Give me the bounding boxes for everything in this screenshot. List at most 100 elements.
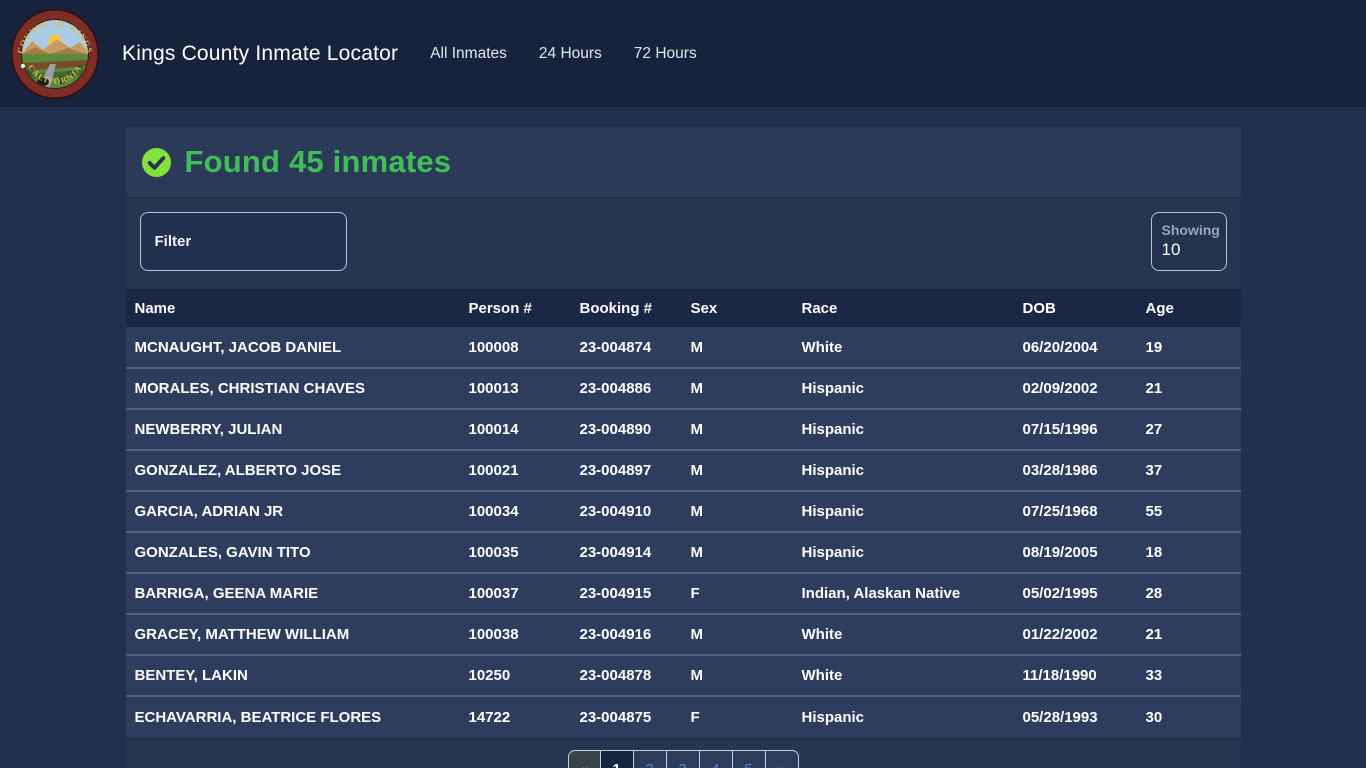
cell-sex: F — [681, 695, 793, 737]
nav-72-hours[interactable]: 72 Hours — [618, 37, 713, 71]
cell-sex: M — [681, 327, 793, 368]
county-seal-logo: COUNTY OF KINGS CALIFORNIA — [11, 8, 99, 99]
cell-person: 100008 — [459, 327, 571, 368]
main-nav: All Inmates 24 Hours 72 Hours — [414, 37, 712, 71]
col-person[interactable]: Person # — [459, 289, 571, 327]
cell-person: 100013 — [459, 367, 571, 409]
cell-name: MORALES, CHRISTIAN CHAVES — [125, 367, 460, 409]
cell-sex: M — [681, 490, 793, 532]
table-row[interactable]: MORALES, CHRISTIAN CHAVES 100013 23-004886… — [125, 367, 1241, 409]
cell-sex: M — [681, 531, 793, 573]
cell-booking: 23-004910 — [570, 490, 682, 532]
cell-age: 30 — [1136, 695, 1241, 737]
cell-booking: 23-004890 — [570, 408, 682, 450]
cell-sex: M — [681, 654, 793, 696]
cell-age: 33 — [1136, 654, 1241, 696]
page-1-button[interactable]: 1 — [600, 750, 634, 768]
col-sex[interactable]: Sex — [681, 289, 793, 327]
table-row[interactable]: MCNAUGHT, JACOB DANIEL 100008 23-004874 M Wh… — [125, 327, 1241, 368]
col-booking[interactable]: Booking # — [570, 289, 682, 327]
navbar: COUNTY OF KINGS CALIFORNIA Kings County … — [0, 0, 1366, 107]
cell-sex: M — [681, 408, 793, 450]
cell-person: 100014 — [459, 408, 571, 450]
cell-booking: 23-004874 — [570, 327, 682, 368]
table-row[interactable]: BENTEY, LAKIN 10250 23-004878 M White 11/18/1… — [125, 654, 1241, 696]
cell-booking: 23-004886 — [570, 367, 682, 409]
table-row[interactable]: ECHAVARRIA, BEATRICE FLORES 14722 23-00487… — [125, 695, 1241, 737]
cell-race: Hispanic — [792, 531, 1014, 573]
cell-person: 14722 — [459, 695, 571, 737]
cell-booking: 23-004914 — [570, 531, 682, 573]
table-row[interactable]: NEWBERRY, JULIAN 100014 23-004890 M Hispanic… — [125, 408, 1241, 450]
cell-person: 100038 — [459, 613, 571, 655]
cell-person: 100035 — [459, 531, 571, 573]
cell-person: 100034 — [459, 490, 571, 532]
table-row[interactable]: GRACEY, MATTHEW WILLIAM 100038 23-004916 M W… — [125, 613, 1241, 655]
inmates-table: Name Person # Booking # Sex Race DOB Age… — [125, 289, 1241, 737]
cell-race: Hispanic — [792, 695, 1014, 737]
cell-sex: M — [681, 449, 793, 491]
cell-race: White — [792, 327, 1014, 368]
table-row[interactable]: BARRIGA, GEENA MARIE 100037 23-004915 F Indi… — [125, 572, 1241, 614]
cell-booking: 23-004897 — [570, 449, 682, 491]
cell-race: Hispanic — [792, 367, 1014, 409]
page-size-select[interactable]: Showing 10 — [1150, 212, 1227, 271]
nav-all-inmates[interactable]: All Inmates — [414, 37, 523, 71]
nav-24-hours[interactable]: 24 Hours — [523, 37, 618, 71]
next-page-button[interactable]: » — [765, 750, 799, 768]
app-title: Kings County Inmate Locator — [122, 41, 399, 65]
cell-name: BARRIGA, GEENA MARIE — [125, 572, 460, 614]
cell-name: ECHAVARRIA, BEATRICE FLORES — [125, 695, 460, 737]
cell-booking: 23-004916 — [570, 613, 682, 655]
cell-age: 27 — [1136, 408, 1241, 450]
pagination-container: «12345» — [126, 750, 1241, 768]
page-size-value: 10 — [1161, 240, 1181, 259]
cell-name: GRACEY, MATTHEW WILLIAM — [125, 613, 460, 655]
cell-booking: 23-004878 — [570, 654, 682, 696]
cell-dob: 08/19/2005 — [1013, 531, 1137, 573]
cell-age: 55 — [1136, 490, 1241, 532]
cell-race: Indian, Alaskan Native — [792, 572, 1014, 614]
cell-age: 28 — [1136, 572, 1241, 614]
cell-name: BENTEY, LAKIN — [125, 654, 460, 696]
cell-race: White — [792, 613, 1014, 655]
col-dob[interactable]: DOB — [1013, 289, 1137, 327]
cell-sex: F — [681, 572, 793, 614]
table-row[interactable]: GONZALEZ, ALBERTO JOSE 100021 23-004897 M Hi… — [125, 449, 1241, 491]
filter-label: Filter — [154, 233, 192, 250]
results-banner: Found 45 inmates — [125, 127, 1241, 198]
col-name[interactable]: Name — [125, 289, 460, 327]
cell-sex: M — [681, 613, 793, 655]
col-age[interactable]: Age — [1136, 289, 1241, 327]
cell-name: GONZALEZ, ALBERTO JOSE — [125, 449, 460, 491]
cell-dob: 01/22/2002 — [1013, 613, 1137, 655]
page-3-button[interactable]: 3 — [666, 750, 700, 768]
cell-race: Hispanic — [792, 408, 1014, 450]
cell-sex: M — [681, 367, 793, 409]
cell-age: 21 — [1136, 367, 1241, 409]
cell-name: NEWBERRY, JULIAN — [125, 408, 460, 450]
col-race[interactable]: Race — [792, 289, 1014, 327]
check-circle-icon — [141, 147, 171, 177]
cell-person: 100021 — [459, 449, 571, 491]
cell-booking: 23-004915 — [570, 572, 682, 614]
table-row[interactable]: GARCIA, ADRIAN JR 100034 23-004910 M Hispani… — [125, 490, 1241, 532]
page-2-button[interactable]: 2 — [633, 750, 667, 768]
page-4-button[interactable]: 4 — [699, 750, 733, 768]
cell-race: White — [792, 654, 1014, 696]
cell-person: 10250 — [459, 654, 571, 696]
results-count-heading: Found 45 inmates — [184, 144, 452, 179]
page-size-label: Showing — [1161, 222, 1220, 238]
cell-race: Hispanic — [792, 449, 1014, 491]
cell-race: Hispanic — [792, 490, 1014, 532]
cell-dob: 07/25/1968 — [1013, 490, 1137, 532]
cell-dob: 03/28/1986 — [1013, 449, 1137, 491]
page-5-button[interactable]: 5 — [732, 750, 766, 768]
cell-age: 21 — [1136, 613, 1241, 655]
filter-input[interactable]: Filter — [139, 212, 347, 271]
table-row[interactable]: GONZALES, GAVIN TITO 100035 23-004914 M Hisp… — [125, 531, 1241, 573]
cell-name: MCNAUGHT, JACOB DANIEL — [125, 327, 460, 368]
cell-dob: 02/09/2002 — [1013, 367, 1137, 409]
cell-age: 18 — [1136, 531, 1241, 573]
cell-person: 100037 — [459, 572, 571, 614]
